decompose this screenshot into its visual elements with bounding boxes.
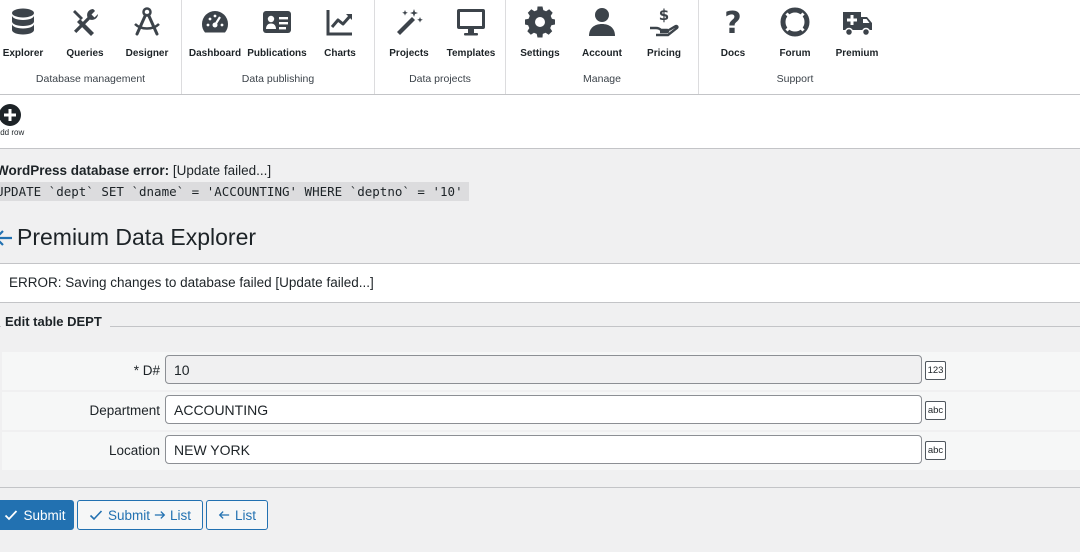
db-error-prefix: WordPress database error: <box>0 163 170 178</box>
tool-projects-label: Projects <box>389 48 429 59</box>
group-data-projects: Projects Templates Data projects <box>375 0 505 94</box>
tool-designer-label: Designer <box>125 48 169 59</box>
tool-charts-label: Charts <box>324 48 356 59</box>
tool-forum-label: Forum <box>779 48 811 59</box>
submit-button-label: Submit <box>23 507 66 523</box>
tool-premium-label: Premium <box>835 48 879 59</box>
id-card-icon <box>246 6 308 40</box>
list-button[interactable]: List <box>206 500 268 530</box>
group-label-data-publishing: Data publishing <box>241 73 315 85</box>
question-icon: ? <box>702 6 764 41</box>
top-toolbar: Explorer Queries Designer Database manag… <box>0 0 1080 95</box>
arrow-right-icon <box>154 511 166 519</box>
form-row-deptno: * D# 123 <box>2 352 1080 390</box>
group-data-publishing: Dashboard Publications Charts Data publi… <box>182 0 374 94</box>
tool-forum[interactable]: Forum <box>764 6 826 59</box>
hand-dollar-icon: $ <box>633 6 695 40</box>
group-database-management: Explorer Queries Designer Database manag… <box>0 0 181 94</box>
list-button-label: List <box>234 507 256 523</box>
group-label-manage: Manage <box>583 73 621 85</box>
tool-pricing-label: Pricing <box>647 48 681 59</box>
tool-queries[interactable]: Queries <box>54 6 116 59</box>
tools-icon <box>54 6 116 40</box>
tool-premium[interactable]: Premium <box>826 6 888 59</box>
plus-circle-icon <box>0 104 21 126</box>
tool-account[interactable]: Account <box>571 6 633 59</box>
tool-templates[interactable]: Templates <box>440 6 502 59</box>
submit-and-list-button[interactable]: Submit List <box>77 500 203 530</box>
tool-queries-label: Queries <box>66 48 104 59</box>
type-badge-number: 123 <box>925 361 946 380</box>
add-row-button[interactable]: add row <box>0 103 30 137</box>
tool-explorer-label: Explorer <box>2 48 44 59</box>
submit-button[interactable]: Submit <box>0 500 74 530</box>
tool-pricing[interactable]: $ Pricing <box>633 6 695 59</box>
tool-publications-label: Publications <box>247 48 307 59</box>
add-row-label: add row <box>0 128 25 137</box>
field-label-deptno: * D# <box>133 363 160 378</box>
form-row-location: Location abc <box>2 432 1080 470</box>
type-badge-text: abc <box>925 441 946 460</box>
compass-icon <box>116 6 178 40</box>
submit-and-list-label-a: Submit <box>107 507 150 523</box>
database-icon <box>0 6 54 40</box>
tool-settings[interactable]: Settings <box>509 6 571 59</box>
tool-settings-label: Settings <box>520 48 560 59</box>
tool-docs[interactable]: ? Docs <box>702 6 764 59</box>
field-label-department: Department <box>89 403 160 418</box>
group-label-database-management: Database management <box>35 73 146 85</box>
db-error-sql: UPDATE `dept` SET `dname` = 'ACCOUNTING'… <box>0 182 469 201</box>
tool-dashboard-label: Dashboard <box>188 48 242 59</box>
gear-icon <box>509 6 571 40</box>
tool-explorer[interactable]: Explorer <box>0 6 54 59</box>
gauge-icon <box>184 6 246 40</box>
field-label-location: Location <box>108 443 160 458</box>
tool-publications[interactable]: Publications <box>246 6 308 59</box>
lifebuoy-icon <box>764 6 826 40</box>
svg-text:?: ? <box>724 6 741 38</box>
tool-designer[interactable]: Designer <box>116 6 178 59</box>
tool-account-label: Account <box>582 48 622 59</box>
db-error-text: [Update failed...] <box>172 163 272 178</box>
sub-toolbar: add row <box>0 95 1080 149</box>
type-badge-text: abc <box>925 401 946 420</box>
chart-line-icon <box>309 6 371 40</box>
group-manage: Settings Account $ Pricing Manage <box>506 0 698 94</box>
error-notice: ERROR: Saving changes to database failed… <box>0 263 1080 303</box>
location-field[interactable] <box>165 435 922 464</box>
page-heading: Premium Data Explorer <box>0 224 256 251</box>
back-arrow-icon[interactable] <box>0 226 16 250</box>
page-title: Premium Data Explorer <box>17 224 257 250</box>
tool-projects[interactable]: Projects <box>378 6 440 59</box>
monitor-icon <box>440 6 502 40</box>
svg-text:$: $ <box>659 6 669 24</box>
tool-dashboard[interactable]: Dashboard <box>184 6 246 59</box>
ambulance-icon <box>826 6 888 40</box>
group-support: ? Docs Forum Premium Support <box>699 0 891 94</box>
tool-templates-label: Templates <box>446 48 496 59</box>
deptno-field[interactable] <box>165 355 922 384</box>
group-label-data-projects: Data projects <box>409 73 471 85</box>
magic-wand-icon <box>378 6 440 40</box>
group-label-support: Support <box>776 73 814 85</box>
tool-charts[interactable]: Charts <box>309 6 371 59</box>
department-field[interactable] <box>165 395 922 424</box>
form-legend: Edit table DEPT <box>1 312 110 329</box>
check-icon <box>5 510 18 521</box>
error-notice-text: ERROR: Saving changes to database failed… <box>9 275 374 290</box>
user-icon <box>571 6 633 40</box>
form-row-department: Department abc <box>2 392 1080 430</box>
submit-and-list-label-b: List <box>170 507 192 523</box>
arrow-left-icon <box>218 511 230 519</box>
tool-docs-label: Docs <box>720 48 746 59</box>
check-icon <box>89 510 103 521</box>
db-error-message: WordPress database error: [Update failed… <box>0 163 271 178</box>
